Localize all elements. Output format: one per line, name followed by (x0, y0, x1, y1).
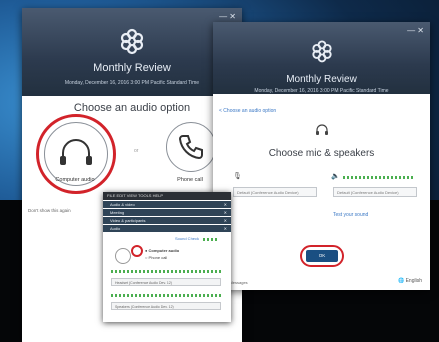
language-label: English (405, 278, 422, 284)
meeting-title: Monthly Review (93, 62, 171, 74)
close-icon[interactable]: ✕ (224, 201, 227, 208)
meeting-datetime: Monday, December 16, 2016 3:00 PM Pacifi… (254, 88, 389, 94)
computer-audio-option[interactable]: ● Computer audio (145, 248, 179, 253)
microphone-select[interactable]: Default (Conference Audio Device) (233, 187, 317, 197)
close-icon[interactable]: ✕ (224, 209, 227, 216)
speaker-level-meter (343, 176, 415, 179)
panel-row-label: Audio & video (110, 202, 135, 207)
globe-icon: 🌐 (397, 278, 405, 284)
microphone-icon: 🎙 (233, 173, 242, 180)
option-label: Phone call (148, 255, 168, 260)
test-sound-link[interactable]: Test your sound (333, 212, 368, 218)
mic-level-meter (111, 270, 221, 273)
window-header: — ✕ Monthly Review Monday, December 16, … (22, 8, 242, 96)
window-controls[interactable]: — ✕ (219, 12, 236, 21)
microphone-select[interactable]: Headset (Conference Audio Dev. 12) (111, 278, 221, 286)
mic-speakers-window: — ✕ Monthly Review Monday, December 16, … (213, 22, 430, 290)
back-to-audio-options-link[interactable]: < Choose an audio option (219, 108, 276, 114)
panel-row-label: Video & participants (110, 218, 146, 223)
phone-icon (178, 135, 203, 160)
speaker-select[interactable]: Default (Conference Audio Device) (333, 187, 417, 197)
dont-show-again-link[interactable]: Don't show this again (28, 208, 71, 213)
close-icon[interactable]: ✕ (224, 217, 227, 224)
window-header: — ✕ Monthly Review Monday, December 16, … (213, 22, 430, 94)
option-label: Computer audio (148, 248, 180, 253)
highlight-ring (131, 245, 143, 257)
signal-meter (203, 238, 217, 241)
choose-mic-speakers-heading: Choose mic & speakers (268, 148, 375, 159)
headset-icon (115, 248, 131, 264)
panel-row-label: Audio (110, 226, 121, 231)
speaker-icon: 🔈 (331, 173, 340, 180)
panel-row-participants[interactable]: Video & participants ✕ (103, 217, 231, 224)
app-logo-icon (120, 28, 144, 55)
panel-row-meeting[interactable]: Meeting ✕ (103, 209, 231, 216)
highlight-ring (300, 245, 344, 267)
phone-call-button[interactable] (166, 122, 216, 172)
phone-call-label: Phone call (177, 177, 203, 183)
meeting-datetime: Monday, December 16, 2016 3:00 PM Pacifi… (64, 80, 200, 86)
close-icon[interactable]: ✕ (224, 225, 227, 232)
app-logo-icon (311, 40, 332, 63)
speaker-level-meter (111, 294, 221, 297)
sound-check-link[interactable]: Sound Check (175, 236, 199, 241)
panel-row-audio[interactable]: Audio ✕ (103, 225, 231, 232)
panel-row-label: Meeting (110, 210, 125, 215)
choose-audio-heading: Choose an audio option (73, 102, 191, 114)
audio-panel: FILE EDIT VIEW TOOLS HELP Audio & video ✕… (103, 192, 231, 322)
panel-menubar[interactable]: FILE EDIT VIEW TOOLS HELP (103, 192, 231, 200)
language-selector[interactable]: 🌐 English (398, 278, 422, 284)
or-divider: or (134, 148, 139, 154)
meeting-title: Monthly Review (286, 74, 357, 85)
phone-call-option[interactable]: ○ Phone call (145, 255, 167, 260)
computer-audio-label: Computer audio (55, 177, 95, 183)
window-controls[interactable]: — ✕ (407, 26, 424, 35)
speaker-select[interactable]: Speakers (Conference Audio Dev. 12) (111, 302, 221, 310)
panel-row-audio-video[interactable]: Audio & video ✕ (103, 201, 231, 208)
headset-icon (316, 124, 328, 135)
